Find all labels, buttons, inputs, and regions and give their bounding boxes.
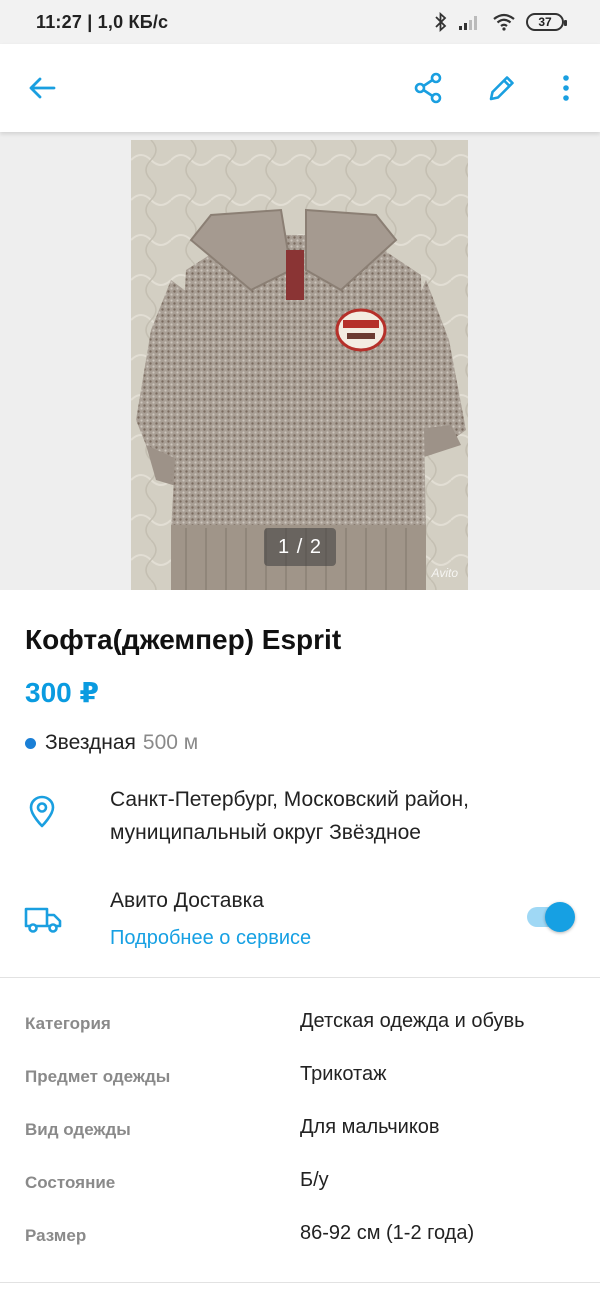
param-row-category: Категория Детская одежда и обувь <box>0 1004 600 1057</box>
signal-icon <box>459 16 477 30</box>
toggle-knob <box>545 902 575 932</box>
delivery-details-link[interactable]: Подробнее о сервисе <box>110 927 311 950</box>
toolbar <box>0 44 600 132</box>
param-row-clothing-type: Вид одежды Для мальчиков <box>0 1110 600 1163</box>
listing-photo[interactable]: Avito <box>131 140 468 590</box>
metro-info: Звездная 500 м <box>25 731 198 755</box>
param-value: Для мальчиков <box>300 1116 440 1138</box>
pencil-icon <box>489 76 514 101</box>
metro-distance: 500 м <box>142 731 199 754</box>
wifi-icon <box>493 13 515 31</box>
status-time: 11:27 | 1,0 КБ/с <box>36 11 169 32</box>
param-key: Предмет одежды <box>25 1067 171 1086</box>
status-icons: 37 <box>434 12 567 32</box>
photo-counter: 1 / 2 <box>264 528 336 566</box>
listing-price: 300 ₽ <box>25 677 99 708</box>
param-key: Категория <box>25 1014 111 1033</box>
param-key: Размер <box>25 1226 87 1245</box>
more-vertical-icon <box>563 75 569 101</box>
param-key: Состояние <box>25 1173 116 1192</box>
section-divider <box>0 977 600 978</box>
param-row-size: Размер 86-92 см (1-2 года) <box>0 1216 600 1269</box>
metro-line-dot <box>25 737 36 749</box>
delivery-truck-icon <box>24 907 62 933</box>
arrow-left-icon <box>29 77 56 99</box>
param-row-condition: Состояние Б/у <box>0 1163 600 1216</box>
param-value: Б/у <box>300 1169 329 1191</box>
edit-button[interactable] <box>480 66 524 110</box>
sweater-image <box>131 140 468 590</box>
more-button[interactable] <box>544 66 588 110</box>
battery-icon: 37 <box>526 13 567 31</box>
listing-address[interactable]: Санкт-Петербург, Московский район, муниц… <box>110 783 580 849</box>
photo-gallery[interactable]: Avito 1 / 2 <box>0 132 600 590</box>
location-pin-icon <box>29 795 55 828</box>
bottom-divider <box>0 1282 600 1283</box>
metro-station: Звездная <box>45 731 136 754</box>
bluetooth-icon <box>435 12 447 32</box>
listing-title: Кофта(джемпер) Esprit <box>25 624 342 655</box>
param-key: Вид одежды <box>25 1120 131 1139</box>
param-value: 86-92 см (1-2 года) <box>300 1222 475 1244</box>
share-icon <box>414 72 442 104</box>
status-bar: 11:27 | 1,0 КБ/с 37 <box>0 0 600 44</box>
share-button[interactable] <box>406 66 450 110</box>
delivery-title: Авито Доставка <box>110 889 264 912</box>
battery-level: 37 <box>538 15 552 29</box>
param-value: Трикотаж <box>300 1063 387 1085</box>
watermark-text: Avito <box>431 566 458 580</box>
delivery-toggle[interactable] <box>527 902 575 932</box>
param-row-clothing-item: Предмет одежды Трикотаж <box>0 1057 600 1110</box>
back-button[interactable] <box>20 66 64 110</box>
param-value: Детская одежда и обувь <box>300 1010 525 1032</box>
